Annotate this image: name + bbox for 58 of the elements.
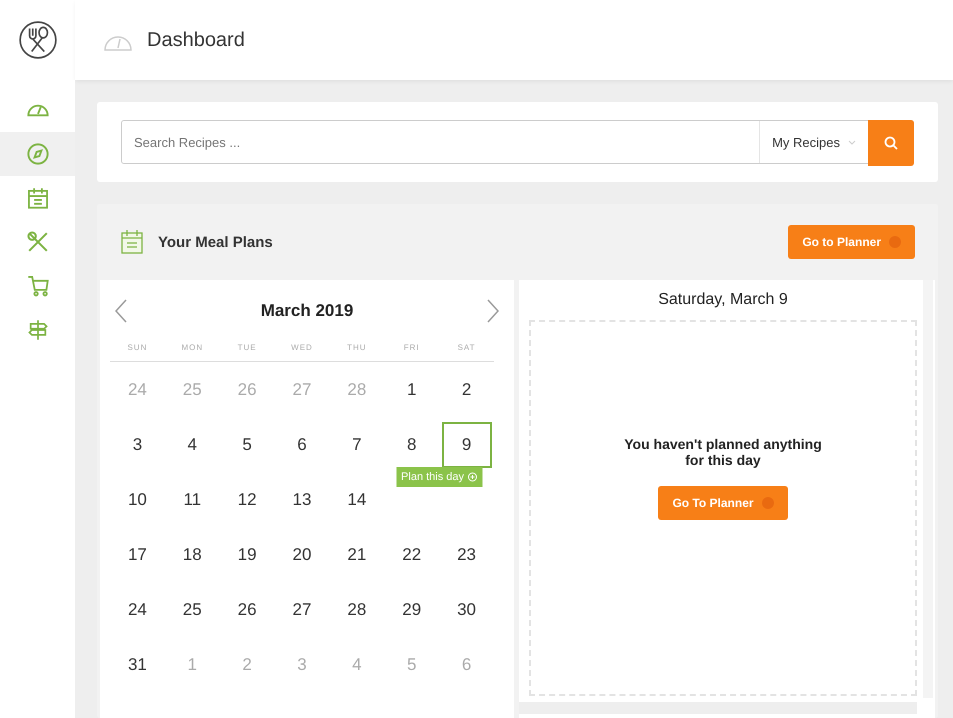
section-title: Your Meal Plans	[158, 234, 274, 250]
calendar-day[interactable]: 27	[276, 586, 327, 632]
weekday-label: SUN	[126, 342, 148, 352]
calendar-day[interactable]: 17	[112, 532, 162, 578]
calendar-day[interactable]: 24	[112, 586, 162, 632]
calendar-day[interactable]: 26	[222, 586, 272, 632]
weekday-label: FRI	[402, 342, 421, 352]
chevron-down-icon	[848, 140, 856, 144]
search-icon	[884, 136, 898, 150]
compass-icon	[26, 143, 48, 165]
calendar-day[interactable]: 28	[332, 586, 382, 632]
calendar-day[interactable]: 3	[112, 422, 162, 468]
calendar-day[interactable]: 5	[222, 422, 272, 468]
next-button[interactable]	[487, 298, 499, 322]
signpost-icon	[26, 319, 48, 341]
calendar-day[interactable]: 18	[167, 532, 218, 578]
calendar-day[interactable]: 25	[167, 586, 218, 632]
calendar-day[interactable]: 10	[112, 476, 162, 522]
weekday-label: MON	[180, 342, 204, 352]
utensils-icon	[26, 231, 48, 253]
search-field[interactable]: Search Recipes ... My Recipes	[121, 120, 914, 164]
calendar-day[interactable]: 29	[386, 586, 437, 632]
calendar-day[interactable]: 19	[222, 532, 272, 578]
calendar-day[interactable]: 12	[222, 476, 272, 522]
chevron-left-icon	[115, 298, 127, 322]
calendar-day[interactable]: 23	[442, 532, 492, 578]
calendar-icon	[120, 229, 144, 255]
calendar-day[interactable]: 14	[332, 476, 382, 522]
calendar-day[interactable]: 20	[276, 532, 327, 578]
gauge-icon	[26, 104, 48, 116]
calendar-day[interactable]: 4	[167, 422, 218, 468]
calendar-day[interactable]: 31	[112, 642, 162, 688]
page-title: Dashboard	[147, 28, 245, 52]
fork-spoon-logo-icon	[16, 19, 58, 61]
chevron-right-icon	[487, 298, 499, 322]
calendar-day[interactable]: 2	[442, 366, 492, 412]
plus-circle-icon	[467, 472, 478, 482]
weekday-label: WED	[290, 342, 314, 352]
month-title: March 2019	[260, 300, 354, 320]
calendar-day[interactable]: 8	[386, 422, 437, 468]
previous-button[interactable]	[115, 298, 127, 322]
calendar-day[interactable]: 1	[386, 366, 437, 412]
calendar-day[interactable]: 22	[386, 532, 437, 578]
weekday-label: THU	[346, 342, 368, 352]
weekday-label: SAT	[456, 342, 477, 352]
day-title: Saturday, March 9	[657, 290, 789, 310]
sidebar-item[interactable]	[0, 132, 75, 176]
calendar-day[interactable]: 21	[332, 532, 382, 578]
calendar-day[interactable]: 6	[276, 422, 327, 468]
calendar-day[interactable]: 11	[167, 476, 218, 522]
calendar-day[interactable]: 30	[442, 586, 492, 632]
calendar-icon	[26, 187, 48, 209]
empty-message: You haven't planned anything for this day	[623, 436, 823, 468]
calendar-day[interactable]: 13	[276, 476, 327, 522]
cart-icon	[26, 275, 48, 297]
calendar-day[interactable]: 7	[332, 422, 382, 468]
search-button[interactable]	[868, 120, 914, 166]
weekday-label: TUE	[236, 342, 258, 352]
